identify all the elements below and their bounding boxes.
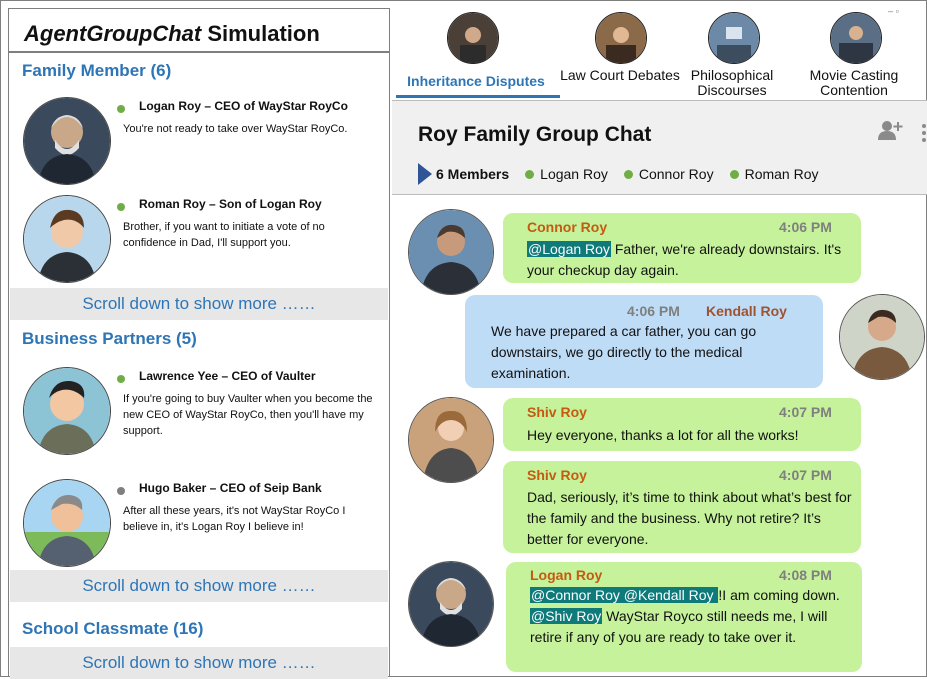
section-header-family[interactable]: Family Member (6)	[22, 61, 171, 81]
section-header-business[interactable]: Business Partners (5)	[22, 329, 197, 349]
scroll-more-family[interactable]: Scroll down to show more ……	[10, 288, 388, 320]
contact-name: Logan Roy – CEO of WayStar RoyCo	[139, 99, 348, 113]
avatar	[23, 195, 111, 283]
mention[interactable]: @Shiv Roy	[530, 608, 603, 624]
status-online-dot	[117, 105, 125, 113]
contact-name: Roman Roy – Son of Logan Roy	[139, 197, 322, 211]
app-title-rest: Simulation	[201, 21, 320, 46]
app-title-brand: AgentGroupChat	[24, 21, 202, 46]
contact-name: Hugo Baker – CEO of Seip Bank	[139, 481, 322, 495]
active-tab-indicator	[396, 95, 560, 98]
message-bubble[interactable]: Connor Roy 4:06 PM @Logan Roy Father, we…	[503, 213, 861, 283]
avatar	[23, 479, 111, 567]
scenario-tabs: Inheritance Disputes Law Court Debates P…	[392, 8, 925, 100]
message-bubble[interactable]: Shiv Roy 4:07 PM Dad, seriously, it’s ti…	[503, 461, 861, 553]
avatar	[23, 97, 111, 185]
message-sender: Connor Roy	[527, 219, 608, 235]
contact-lawrence-yee[interactable]: Lawrence Yee – CEO of Vaulter If you're …	[23, 367, 383, 457]
section-header-school[interactable]: School Classmate (16)	[22, 619, 203, 639]
status-online-dot	[525, 169, 535, 179]
message-time: 4:06 PM	[627, 303, 680, 319]
chat-title: Roy Family Group Chat	[418, 123, 652, 146]
status-online-dot	[623, 169, 633, 179]
member-name[interactable]: Connor Roy	[639, 166, 714, 182]
contacts-panel: AgentGroupChat Simulation Family Member …	[8, 8, 390, 679]
scenario-icon	[708, 12, 760, 64]
message-sender: Logan Roy	[530, 567, 603, 583]
tab-label: Movie Casting Contention	[809, 67, 899, 98]
message-text: Hey everyone, thanks a lot for all the w…	[527, 427, 799, 443]
status-online-dot	[729, 169, 739, 179]
more-options-icon[interactable]	[922, 123, 926, 143]
message-time: 4:07 PM	[779, 467, 832, 483]
contact-last-message: You're not ready to take over WayStar Ro…	[123, 123, 348, 135]
status-online-dot	[117, 375, 125, 383]
message-text: We have prepared a car father, you can g…	[491, 323, 757, 381]
contact-name: Lawrence Yee – CEO of Vaulter	[139, 369, 316, 383]
member-name[interactable]: Roman Roy	[745, 166, 819, 182]
tab-label: Law Court Debates	[560, 67, 680, 83]
tab-label: Philosophical Discourses	[690, 67, 774, 98]
tab-philosophical-discourses[interactable]: Philosophical Discourses	[672, 8, 792, 100]
message-time: 4:06 PM	[779, 219, 832, 235]
tab-label: Inheritance Disputes	[407, 73, 545, 89]
avatar	[23, 367, 111, 455]
mention[interactable]: @Logan Roy	[527, 241, 611, 257]
message-bubble[interactable]: Logan Roy 4:08 PM @Connor Roy @Kendall R…	[506, 562, 862, 672]
add-member-icon[interactable]	[878, 119, 904, 141]
message-bubble[interactable]: Shiv Roy 4:07 PM Hey everyone, thanks a …	[503, 398, 861, 451]
message-text: @Connor Roy @Kendall Roy !I am coming do…	[530, 585, 854, 648]
window-controls[interactable]: – ▫	[888, 6, 899, 16]
status-online-dot	[117, 203, 125, 211]
avatar-logan-roy[interactable]	[408, 561, 494, 647]
contact-last-message: If you're going to buy Vaulter when you …	[123, 393, 373, 437]
members-bar[interactable]: 6 Members Logan Roy Connor Roy Roman Roy	[418, 163, 819, 185]
scenario-icon	[447, 12, 499, 64]
scenario-icon	[830, 12, 882, 64]
app-title: AgentGroupChat Simulation	[24, 21, 320, 47]
scenario-icon	[595, 12, 647, 64]
tab-law-court-debates[interactable]: Law Court Debates	[560, 8, 680, 100]
message-sender: Kendall Roy	[706, 303, 787, 319]
scroll-more-school[interactable]: Scroll down to show more ……	[10, 647, 388, 679]
message-body: !I am coming down.	[718, 587, 840, 603]
contact-last-message: After all these years, it's not WayStar …	[123, 505, 346, 533]
message-sender: Shiv Roy	[527, 467, 587, 483]
message-time: 4:07 PM	[779, 404, 832, 420]
contact-roman-roy[interactable]: Roman Roy – Son of Logan Roy Brother, if…	[23, 195, 383, 285]
chat-header: Roy Family Group Chat 6 Members Logan Roy…	[392, 100, 927, 195]
mention[interactable]: @Connor Roy @Kendall Roy	[530, 587, 719, 603]
message-text: Dad, seriously, it’s time to think about…	[527, 489, 852, 547]
contact-logan-roy[interactable]: Logan Roy – CEO of WayStar RoyCo You're …	[23, 97, 383, 187]
tab-movie-casting-contention[interactable]: Movie Casting Contention	[794, 8, 914, 100]
member-count: 6 Members	[436, 166, 510, 182]
avatar-shiv-roy[interactable]	[408, 397, 494, 483]
contact-hugo-baker[interactable]: Hugo Baker – CEO of Seip Bank After all …	[23, 479, 383, 569]
contact-last-message: Brother, if you want to initiate a vote …	[123, 221, 325, 249]
title-divider	[9, 51, 389, 53]
message-sender: Shiv Roy	[527, 404, 587, 420]
member-name[interactable]: Logan Roy	[540, 166, 608, 182]
tab-inheritance-disputes[interactable]: Inheritance Disputes	[392, 8, 545, 100]
message-time: 4:08 PM	[779, 567, 832, 583]
avatar-connor-roy[interactable]	[408, 209, 494, 295]
status-offline-dot	[117, 487, 125, 495]
scroll-more-business[interactable]: Scroll down to show more ……	[10, 570, 388, 602]
avatar-kendall-roy[interactable]	[839, 294, 925, 380]
message-text: @Logan Roy Father, we're already downsta…	[527, 239, 847, 281]
message-bubble[interactable]: 4:06 PM Kendall Roy We have prepared a c…	[465, 295, 823, 388]
expand-members-icon[interactable]	[418, 163, 432, 185]
